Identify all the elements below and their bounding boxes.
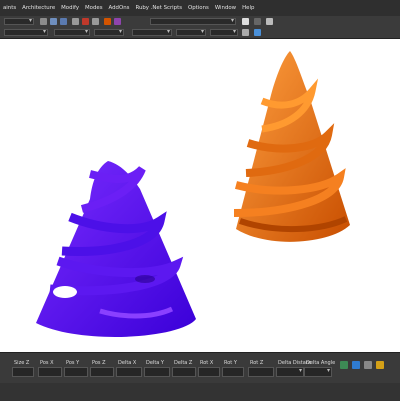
delta-angle-field[interactable] [304, 367, 332, 377]
status-bar: Size Z Pos X Pos Y Pos Z Delta X Delta Y… [0, 352, 400, 401]
style-dropdown[interactable] [54, 28, 90, 36]
delete-icon[interactable] [82, 18, 89, 25]
rot-z-label: Rot Z [250, 360, 264, 366]
pos-z-field[interactable] [90, 367, 114, 377]
delta-z-label: Delta Z [174, 360, 193, 366]
color-dropdown[interactable] [94, 28, 124, 36]
size-z-field[interactable] [12, 367, 34, 377]
pan-icon[interactable] [266, 18, 273, 25]
snap-icon[interactable] [340, 361, 348, 369]
pos-y-field[interactable] [64, 367, 88, 377]
size-z-label: Size Z [14, 360, 30, 366]
toolbar [0, 16, 400, 39]
orange-spiral-cone[interactable] [233, 51, 350, 242]
rot-x-label: Rot X [200, 360, 214, 366]
redo-icon[interactable] [92, 18, 99, 25]
menu-architecture[interactable]: Architecture [19, 1, 58, 15]
rot-y-field[interactable] [222, 367, 244, 377]
select-icon[interactable] [254, 18, 261, 25]
pos-x-label: Pos X [40, 360, 54, 366]
menu-list: aints Architecture Modify Modes AddOns R… [0, 0, 400, 16]
lock-icon[interactable] [376, 361, 384, 369]
purple-spiral-cone[interactable] [36, 161, 196, 337]
cursor-icon[interactable] [242, 18, 249, 25]
drawing-viewport[interactable] [0, 39, 400, 352]
menu-options[interactable]: Options [185, 1, 212, 15]
menu-modify[interactable]: Modify [58, 1, 82, 15]
ortho-icon[interactable] [364, 361, 372, 369]
grid-icon[interactable] [352, 361, 360, 369]
delta-z-field[interactable] [172, 367, 196, 377]
scale-dropdown[interactable] [176, 28, 206, 36]
rot-z-field[interactable] [248, 367, 274, 377]
delta-angle-label: Delta Angle [306, 360, 336, 366]
menu-modes[interactable]: Modes [82, 1, 106, 15]
pos-y-label: Pos Y [66, 360, 80, 366]
zoom-icon[interactable] [242, 29, 249, 36]
pos-x-field[interactable] [38, 367, 62, 377]
save-icon[interactable] [60, 18, 67, 25]
menu-ruby-net-scripts[interactable]: Ruby .Net Scripts [132, 1, 185, 15]
open-icon[interactable] [50, 18, 57, 25]
delta-y-label: Delta Y [146, 360, 164, 366]
command-field[interactable] [150, 17, 236, 25]
status-strip [0, 383, 400, 401]
delta-x-label: Delta X [118, 360, 137, 366]
delta-distance-field[interactable] [276, 367, 304, 377]
rot-y-label: Rot Y [224, 360, 237, 366]
layer-dropdown[interactable] [4, 17, 34, 25]
menu-addons[interactable]: AddOns [106, 1, 133, 15]
toolbar-row-2 [0, 27, 400, 38]
scene-svg [36, 51, 350, 337]
new-icon[interactable] [40, 18, 47, 25]
material-icon[interactable] [114, 18, 121, 25]
menu-window[interactable]: Window [212, 1, 239, 15]
undo-icon[interactable] [72, 18, 79, 25]
menu-help[interactable]: Help [239, 1, 257, 15]
pos-z-label: Pos Z [92, 360, 106, 366]
view-dropdown[interactable] [4, 28, 48, 36]
width-dropdown[interactable] [132, 28, 172, 36]
menu-bar: aints Architecture Modify Modes AddOns R… [0, 0, 400, 17]
rot-x-field[interactable] [198, 367, 220, 377]
render-icon[interactable] [104, 18, 111, 25]
layers-icon[interactable] [254, 29, 261, 36]
delta-y-field[interactable] [144, 367, 170, 377]
toolbar-row-1 [0, 16, 400, 27]
menu-paints[interactable]: aints [0, 1, 19, 15]
class-dropdown[interactable] [210, 28, 238, 36]
delta-x-field[interactable] [116, 367, 142, 377]
